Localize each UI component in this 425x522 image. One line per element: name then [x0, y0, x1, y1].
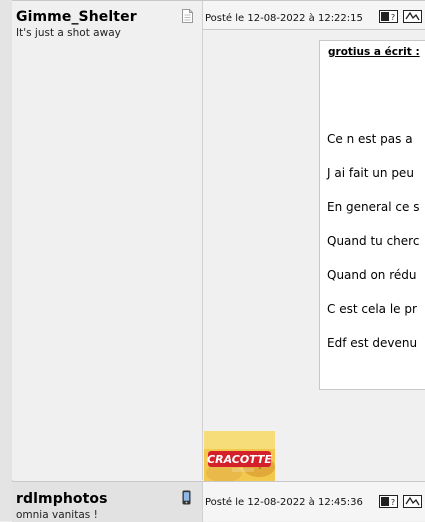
cracotte-image[interactable]: CRACOTTE [204, 431, 275, 481]
author-signature: It's just a shot away [16, 27, 121, 39]
post-author-cell: Gimme_Shelter It's just a shot away [12, 1, 203, 480]
quote-line: Quand tu cherc [327, 234, 420, 248]
quote-line: Ce n est pas a [327, 132, 413, 146]
profile-page-icon[interactable] [182, 9, 193, 23]
quote-line: En general ce s [327, 200, 420, 214]
svg-text:?: ? [391, 13, 395, 22]
quote-line: J ai fait un peu [327, 166, 414, 180]
post-content-cell: Posté le 12-08-2022 à 12:45:36 ? [203, 481, 425, 522]
post-header: Posté le 12-08-2022 à 12:45:36 ? [203, 482, 425, 521]
svg-text:?: ? [391, 498, 395, 507]
edit-icon[interactable] [403, 10, 422, 23]
mobile-phone-icon [182, 490, 191, 505]
author-signature: omnia vanitas ! [16, 509, 98, 521]
post-timestamp: Posté le 12-08-2022 à 12:22:15 [205, 13, 363, 24]
svg-text:CRACOTTE: CRACOTTE [207, 453, 272, 466]
quote-author: grotius a écrit : [328, 46, 420, 58]
author-name[interactable]: rdlmphotos [16, 491, 108, 507]
author-name[interactable]: Gimme_Shelter [16, 9, 137, 25]
quote-line: Quand on rédu [327, 268, 417, 282]
post-content-cell: Posté le 12-08-2022 à 12:22:15 ? grotius… [203, 1, 425, 481]
quote-icon[interactable]: ? [379, 10, 398, 23]
quote-icon[interactable]: ? [379, 495, 398, 508]
quote-line: Edf est devenu [327, 336, 418, 350]
edit-icon[interactable] [403, 495, 422, 508]
post-header: Posté le 12-08-2022 à 12:22:15 ? [203, 1, 425, 30]
quote-line: C est cela le pr [327, 302, 417, 316]
post-author-cell: rdlmphotos omnia vanitas ! [12, 481, 203, 522]
quote-block: grotius a écrit : Ce n est pas a J ai fa… [319, 40, 425, 390]
post-timestamp: Posté le 12-08-2022 à 12:45:36 [205, 497, 363, 508]
